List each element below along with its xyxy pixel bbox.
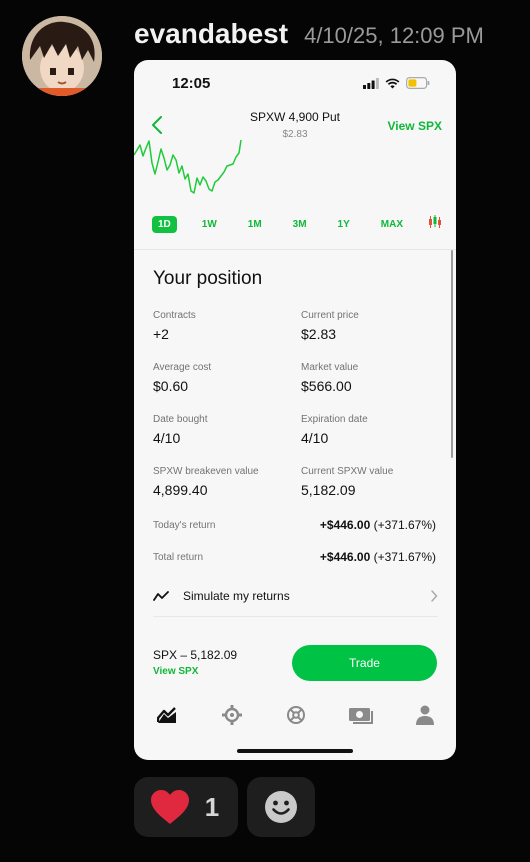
current-spxw-label: Current SPXW value: [301, 466, 394, 477]
breakeven-cell: SPXW breakeven value 4,899.40: [153, 466, 293, 498]
range-1d[interactable]: 1D: [152, 216, 177, 233]
average-cost-value: $0.60: [153, 378, 189, 394]
avatar[interactable]: [22, 16, 102, 96]
signal-icon: [363, 77, 379, 89]
total-return-pct: (+371.67%): [373, 550, 436, 564]
position-title: Your position: [153, 268, 263, 289]
range-1y[interactable]: 1Y: [332, 216, 356, 233]
market-value-label: Market value: [301, 362, 359, 373]
wifi-icon: [385, 78, 400, 88]
heart-count: 1: [204, 791, 220, 822]
phone-screenshot[interactable]: 12:05 SPXW 4,900 Put $2.83 View SPX 1D 1…: [134, 60, 456, 760]
compass-icon: [221, 705, 242, 725]
total-return-amount: +$446.00: [319, 550, 371, 564]
message-header: evandabest 4/10/25, 12:09 PM: [134, 18, 484, 50]
trend-line-icon: [153, 591, 169, 601]
expiration-date-value: 4/10: [301, 430, 329, 446]
heart-icon: [150, 790, 189, 824]
total-return-row: Total return +$446.00 (+371.67%): [153, 550, 436, 564]
chart-icon: [157, 707, 176, 723]
total-return-label: Total return: [153, 551, 204, 563]
tab-crypto[interactable]: [283, 702, 309, 728]
market-value-value: $566.00: [301, 378, 352, 394]
reactions-row: 1: [134, 777, 315, 837]
divider: [134, 249, 456, 250]
current-price-cell: Current price $2.83: [301, 310, 441, 342]
bottom-tab-bar: [154, 702, 438, 728]
scrollbar[interactable]: [451, 250, 453, 458]
profile-icon: [416, 705, 434, 725]
todays-return-amount: +$446.00: [319, 518, 371, 532]
simulate-returns-label: Simulate my returns: [183, 589, 290, 603]
todays-return-label: Today's return: [153, 519, 216, 531]
market-value-cell: Market value $566.00: [301, 362, 441, 394]
current-price-value: $2.83: [301, 326, 337, 342]
avatar-image: [22, 16, 102, 96]
date-bought-label: Date bought: [153, 414, 208, 425]
contracts-label: Contracts: [153, 310, 196, 321]
simulate-returns-row[interactable]: Simulate my returns: [153, 584, 438, 608]
price-chart-line: [134, 139, 242, 194]
home-indicator: [237, 749, 353, 753]
current-spxw-value: 5,182.09: [301, 482, 356, 498]
todays-return-value: +$446.00 (+371.67%): [320, 518, 436, 532]
price-chart[interactable]: [134, 138, 456, 200]
spx-price-line: SPX – 5,182.09: [153, 648, 238, 662]
expiration-date-cell: Expiration date 4/10: [301, 414, 441, 446]
range-max[interactable]: MAX: [375, 216, 409, 233]
username[interactable]: evandabest: [134, 18, 288, 50]
battery-icon: [406, 77, 430, 89]
tab-investing[interactable]: [154, 702, 180, 728]
range-3m[interactable]: 3M: [287, 216, 313, 233]
todays-return-row: Today's return +$446.00 (+371.67%): [153, 518, 436, 532]
average-cost-cell: Average cost $0.60: [153, 362, 293, 394]
breakeven-value: 4,899.40: [153, 482, 208, 498]
divider: [153, 616, 438, 617]
crypto-icon: [287, 706, 305, 724]
breakeven-label: SPXW breakeven value: [153, 466, 259, 477]
tab-browse[interactable]: [219, 702, 245, 728]
range-selector: 1D 1W 1M 3M 1Y MAX: [152, 215, 442, 234]
candlestick-icon: [428, 215, 441, 228]
status-bar: 12:05: [134, 60, 456, 104]
current-price-label: Current price: [301, 310, 359, 321]
timestamp: 4/10/25, 12:09 PM: [304, 23, 484, 48]
candlestick-toggle[interactable]: [428, 215, 442, 234]
view-spx-footer-link[interactable]: View SPX: [153, 666, 198, 677]
date-bought-value: 4/10: [153, 430, 181, 446]
add-reaction-button[interactable]: [247, 777, 315, 837]
status-icons: [363, 77, 430, 89]
trade-button[interactable]: Trade: [292, 645, 437, 681]
heart-reaction[interactable]: 1: [134, 777, 238, 837]
status-time: 12:05: [172, 75, 211, 92]
average-cost-label: Average cost: [153, 362, 212, 373]
date-bought-cell: Date bought 4/10: [153, 414, 293, 446]
total-return-value: +$446.00 (+371.67%): [320, 550, 436, 564]
smiley-icon: [265, 791, 297, 823]
current-spxw-cell: Current SPXW value 5,182.09: [301, 466, 441, 498]
contracts-cell: Contracts +2: [153, 310, 293, 342]
cash-icon: [348, 708, 373, 724]
tab-account[interactable]: [412, 702, 438, 728]
chevron-right-icon: [431, 590, 438, 602]
todays-return-pct: (+371.67%): [373, 518, 436, 532]
expiration-date-label: Expiration date: [301, 414, 368, 425]
contracts-value: +2: [153, 326, 169, 342]
tab-cash[interactable]: [348, 702, 374, 728]
range-1m[interactable]: 1M: [242, 216, 268, 233]
view-spx-link[interactable]: View SPX: [388, 119, 442, 133]
range-1w[interactable]: 1W: [196, 216, 223, 233]
